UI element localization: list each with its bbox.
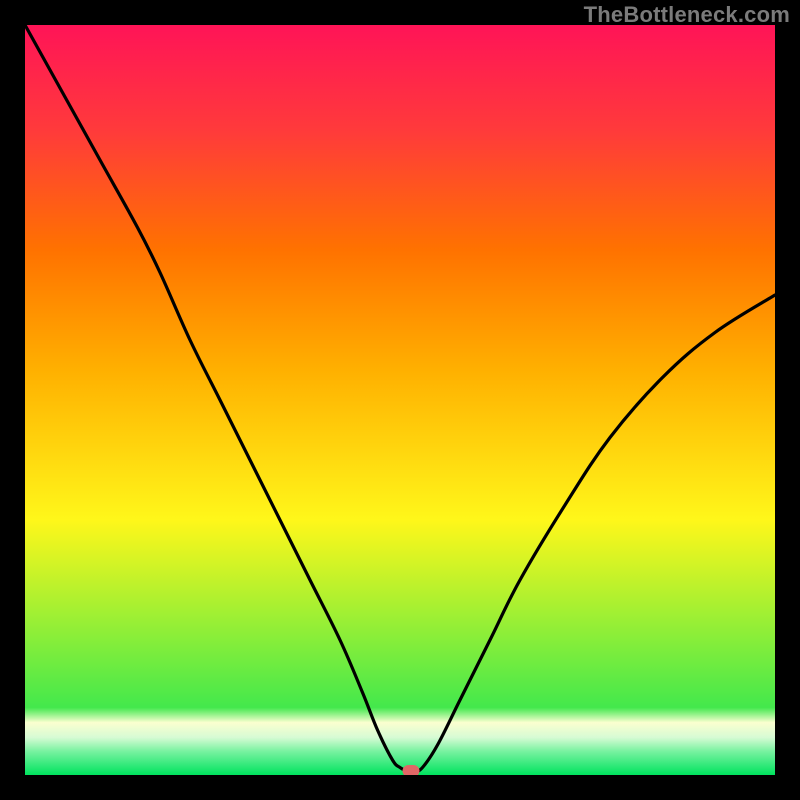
chart-frame: TheBottleneck.com bbox=[0, 0, 800, 800]
plot-area bbox=[25, 25, 775, 775]
optimum-marker bbox=[403, 765, 420, 775]
watermark-text: TheBottleneck.com bbox=[584, 2, 790, 28]
bottleneck-curve bbox=[25, 25, 775, 775]
